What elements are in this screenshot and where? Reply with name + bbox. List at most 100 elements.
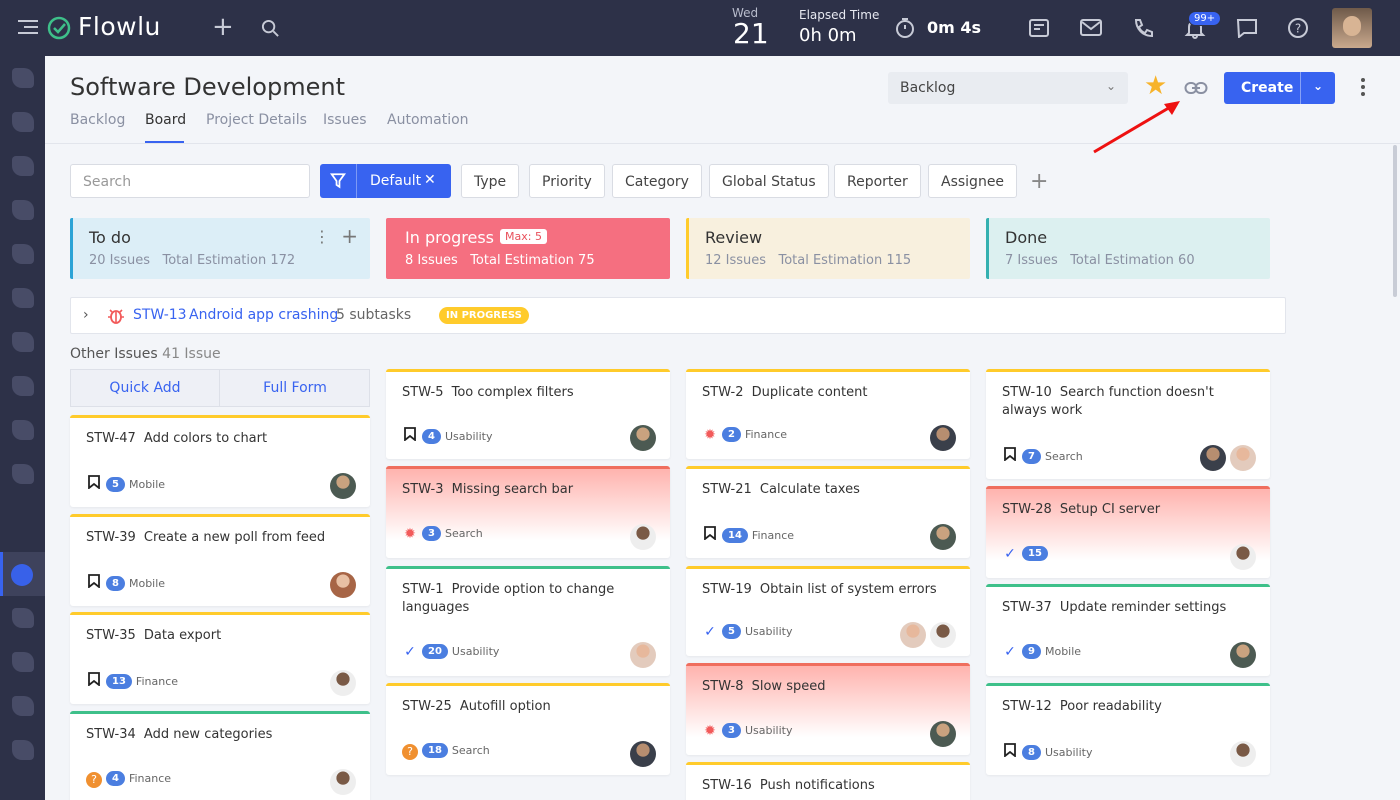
user-avatar[interactable] [1332,8,1372,48]
sidebar-knowledge-icon[interactable] [12,376,34,396]
more-options-icon[interactable] [1356,78,1370,98]
issue-card[interactable]: STW-12 Poor readability 8 Usability [986,683,1270,775]
sidebar-agile-icon[interactable] [11,564,33,586]
stopwatch-icon[interactable] [894,17,916,39]
issue-card[interactable]: STW-28 Setup CI server ✓ 15 [986,486,1270,578]
mail-icon[interactable] [1080,18,1102,38]
sidebar-settings-icon[interactable] [12,608,34,628]
issue-card[interactable]: STW-3 Missing search bar ✹ 3 Search [386,466,670,558]
issue-card[interactable]: STW-21 Calculate taxes 14 Finance [686,466,970,558]
sidebar-projects-icon[interactable] [12,244,34,264]
sidebar-tasks-icon[interactable] [12,112,34,132]
sidebar-docs-icon[interactable] [12,332,34,352]
notes-icon[interactable] [1028,17,1050,39]
assignee-avatar[interactable] [630,425,656,451]
tab-project-details[interactable]: Project Details [206,112,307,128]
create-dropdown-chevron-icon[interactable]: ⌄ [1313,79,1323,93]
filter-chip-priority[interactable]: Priority [529,164,605,198]
clear-filter-icon[interactable]: ✕ [424,172,436,188]
issue-card[interactable]: STW-34 Add new categories? 4 Finance [70,711,370,800]
sidebar-crm-icon[interactable] [12,68,34,88]
default-filter-button[interactable]: Default ✕ [320,164,451,198]
issue-card[interactable]: STW-39 Create a new poll from feed 8 Mobil… [70,514,370,606]
link-icon[interactable] [1184,80,1208,96]
expand-chevron-icon[interactable]: › [83,307,89,323]
phone-icon[interactable] [1132,17,1154,39]
assignee-avatar[interactable] [900,622,926,648]
menu-icon[interactable] [18,20,38,36]
issue-card[interactable]: STW-37 Update reminder settings ✓ 9 Mobile [986,584,1270,676]
scrollbar-thumb[interactable] [1393,145,1397,297]
issue-card[interactable]: STW-10 Search function doesn't always wo… [986,369,1270,479]
issue-card[interactable]: STW-8 Slow speed ✹ 3 Usability [686,663,970,755]
assignee-avatar[interactable] [1200,445,1226,471]
bookmark-icon [86,475,102,493]
swimlane-row[interactable]: › STW-13 Android app crashing 5 subtasks… [70,297,1286,334]
assignee-avatar[interactable] [1230,741,1256,767]
assignee-avatar[interactable] [930,425,956,451]
issue-card[interactable]: STW-25 Autofill option? 18 Search [386,683,670,775]
sidebar-invoices-icon[interactable] [12,464,34,484]
filter-chip-global-status[interactable]: Global Status [709,164,829,198]
filter-icon[interactable] [320,164,357,198]
issue-key: STW-1 [402,582,444,597]
issue-card[interactable]: STW-19 Obtain list of system errors ✓ 5 Usa… [686,566,970,656]
full-form-button[interactable]: Full Form [221,370,369,406]
sidebar-apps-icon[interactable] [12,740,34,760]
assignee-avatar[interactable] [1230,642,1256,668]
sidebar-calendar-icon[interactable] [12,696,34,716]
tab-automation[interactable]: Automation [387,112,469,128]
column-header[interactable]: To do 20 Issues Total Estimation 172 ⋮ + [70,218,370,279]
chat-icon[interactable] [1236,18,1258,38]
column-menu-icon[interactable]: ⋮ [314,227,330,246]
search-icon[interactable] [261,19,280,38]
sidebar-teams-icon[interactable] [12,288,34,308]
tab-board[interactable]: Board [145,112,186,128]
filter-chip-category[interactable]: Category [612,164,702,198]
assignee-avatar[interactable] [930,524,956,550]
issue-card[interactable]: STW-35 Data export 13 Finance [70,612,370,704]
column-header[interactable]: Review 12 Issues Total Estimation 115 [686,218,970,279]
create-button[interactable]: Create ⌄ [1224,72,1335,104]
issue-title: STW-35 Data export [86,628,222,643]
quick-add-button[interactable]: Quick Add [71,370,220,406]
column-add-icon[interactable]: + [341,224,358,248]
swimlane-issue-title[interactable]: Android app crashing [189,307,338,323]
assignee-avatar[interactable] [330,473,356,499]
issue-card[interactable]: STW-1 Provide option to change languages… [386,566,670,676]
search-input[interactable]: Search [70,164,310,198]
assignee-avatar[interactable] [930,721,956,747]
assignee-avatar[interactable] [1230,445,1256,471]
assignee-avatar[interactable] [630,741,656,767]
sidebar-funnel-icon[interactable] [12,156,34,176]
column-header[interactable]: In progress Max: 5 8 Issues Total Estimati… [386,218,670,279]
swimlane-issue-key[interactable]: STW-13 [133,307,187,323]
assignee-avatar[interactable] [330,769,356,795]
assignee-avatar[interactable] [630,642,656,668]
issue-card[interactable]: STW-16 Push notifications [686,762,970,800]
check-icon: ✓ [1004,546,1016,562]
sidebar-reports-icon[interactable] [12,652,34,672]
issue-card[interactable]: STW-5 Too complex filters 4 Usability [386,369,670,459]
filter-chip-reporter[interactable]: Reporter [834,164,921,198]
sidebar-finance-icon[interactable] [12,200,34,220]
tab-issues[interactable]: Issues [323,112,367,128]
add-filter-icon[interactable]: + [1030,169,1048,194]
assignee-avatar[interactable] [930,622,956,648]
issue-card[interactable]: STW-47 Add colors to chart 5 Mobile [70,415,370,507]
assignee-avatar[interactable] [1230,544,1256,570]
column-header[interactable]: Done 7 Issues Total Estimation 60 [986,218,1270,279]
column-name: Review [705,228,763,247]
column-stats: 12 Issues Total Estimation 115 [705,253,912,268]
assignee-avatar[interactable] [330,670,356,696]
assignee-avatar[interactable] [330,572,356,598]
column-name: In progress Max: 5 [405,228,654,247]
add-icon[interactable]: + [212,12,234,42]
filter-chip-type[interactable]: Type [461,164,520,198]
assignee-avatar[interactable] [630,524,656,550]
issue-card[interactable]: STW-2 Duplicate content ✹ 2 Finance [686,369,970,459]
filter-chip-assignee[interactable]: Assignee [928,164,1018,198]
tab-backlog[interactable]: Backlog [70,112,125,128]
sidebar-users-icon[interactable] [12,420,34,440]
help-icon[interactable]: ? [1287,17,1309,39]
